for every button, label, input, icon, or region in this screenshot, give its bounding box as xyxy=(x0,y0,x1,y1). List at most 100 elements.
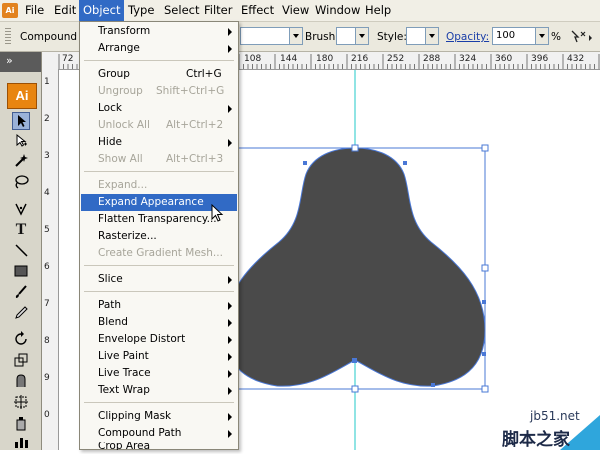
ruler-label: 396 xyxy=(531,54,549,64)
menu-edit[interactable]: Edit xyxy=(50,0,80,21)
symbol-sprayer-tool-icon[interactable] xyxy=(12,415,30,433)
ruler-label: 360 xyxy=(495,54,513,64)
control-bar-grip[interactable] xyxy=(5,28,11,44)
menu-item-unlock-all: Unlock All Alt+Ctrl+2 xyxy=(98,119,224,131)
ruler-label: 5 xyxy=(44,225,50,235)
menu-item-ungroup: Ungroup Shift+Ctrl+G xyxy=(98,85,225,97)
ruler-label: 72 xyxy=(62,54,74,64)
menu-item-blend[interactable]: Blend xyxy=(81,314,237,331)
menu-item-crop-area[interactable]: Crop Area xyxy=(81,442,237,450)
menu-view[interactable]: View xyxy=(278,0,313,21)
menu-item-text-wrap[interactable]: Text Wrap xyxy=(81,382,237,399)
vertical-ruler: 1 2 3 4 5 6 7 8 9 0 xyxy=(42,69,59,450)
menu-item-rasterize[interactable]: Rasterize... xyxy=(81,228,237,245)
percent-label: % xyxy=(551,31,561,43)
watermark: jb51.net 脚本之家 xyxy=(490,395,600,450)
paintbrush-tool-icon[interactable] xyxy=(12,284,30,302)
tools-panel-grip[interactable] xyxy=(0,52,41,72)
menu-select[interactable]: Select xyxy=(160,0,203,21)
brush-dropdown[interactable] xyxy=(355,27,369,45)
direct-selection-tool-icon[interactable] xyxy=(12,133,30,151)
magic-wand-tool-icon[interactable] xyxy=(12,153,30,171)
ruler-label: 432 xyxy=(567,54,585,64)
menu-item-slice[interactable]: Slice xyxy=(81,271,237,288)
pen-tool-icon[interactable] xyxy=(12,200,30,218)
opacity-field[interactable]: 100 xyxy=(492,27,536,45)
line-tool-icon[interactable] xyxy=(12,242,30,260)
menu-item-live-paint[interactable]: Live Paint xyxy=(81,348,237,365)
menu-item-envelope-distort[interactable]: Envelope Distort xyxy=(81,331,237,348)
watermark-site: jb51.net xyxy=(530,409,580,423)
ruler-label: 252 xyxy=(387,54,405,64)
graph-tool-icon[interactable] xyxy=(12,436,30,454)
menu-item-path[interactable]: Path xyxy=(81,297,237,314)
menu-effect[interactable]: Effect xyxy=(237,0,278,21)
selection-tool-icon[interactable] xyxy=(12,112,30,130)
menu-object[interactable]: Object xyxy=(79,0,125,21)
menu-item-show-all: Show All Alt+Ctrl+3 xyxy=(98,153,224,165)
style-swatch[interactable] xyxy=(406,27,426,45)
submenu-arrow-icon xyxy=(228,430,232,438)
brush-swatch[interactable] xyxy=(336,27,356,45)
watermark-text: 脚本之家 xyxy=(502,430,570,450)
ruler-label: 3 xyxy=(44,151,50,161)
object-menu-dropdown: Transform Arrange Group Ctrl+G Ungroup Shi… xyxy=(79,21,239,450)
menu-item-transform[interactable]: Transform xyxy=(81,23,237,40)
menu-item-lock[interactable]: Lock xyxy=(81,100,237,117)
submenu-arrow-icon xyxy=(228,276,232,284)
type-tool-icon[interactable]: T xyxy=(12,221,30,239)
compound-path-shape[interactable] xyxy=(224,147,486,387)
menu-item-create-gradient-mesh: Create Gradient Mesh... xyxy=(98,247,223,259)
submenu-arrow-icon xyxy=(228,45,232,53)
app-icon[interactable]: Ai xyxy=(2,3,18,18)
ruler-label: 108 xyxy=(244,54,262,64)
selection-type-label: Compound P xyxy=(20,31,87,43)
scale-tool-icon[interactable] xyxy=(12,352,30,370)
submenu-arrow-icon xyxy=(228,370,232,378)
menu-item-arrange[interactable]: Arrange xyxy=(81,40,237,57)
submenu-arrow-icon xyxy=(228,319,232,327)
opacity-link[interactable]: Opacity: xyxy=(446,31,489,43)
menu-type[interactable]: Type xyxy=(124,0,158,21)
ruler-label: 1 xyxy=(44,77,50,87)
submenu-arrow-icon xyxy=(228,387,232,395)
free-transform-tool-icon[interactable] xyxy=(12,394,30,412)
warp-tool-icon[interactable] xyxy=(12,373,30,391)
menu-filter[interactable]: Filter xyxy=(200,0,236,21)
lasso-tool-icon[interactable] xyxy=(12,174,30,192)
submenu-arrow-icon xyxy=(228,353,232,361)
pencil-tool-icon[interactable] xyxy=(12,305,30,323)
isolate-group-icon[interactable] xyxy=(569,28,595,46)
rotate-tool-icon[interactable] xyxy=(12,331,30,349)
ruler-label: 216 xyxy=(351,54,369,64)
menu-file[interactable]: File xyxy=(21,0,48,21)
menu-item-group[interactable]: Group Ctrl+G xyxy=(81,66,237,83)
menu-separator xyxy=(84,291,234,292)
menu-item-live-trace[interactable]: Live Trace xyxy=(81,365,237,382)
menu-separator xyxy=(84,265,234,266)
menu-item-compound-path[interactable]: Compound Path xyxy=(81,425,237,442)
ruler-label: 180 xyxy=(316,54,334,64)
menu-bar: Ai File Edit Object Type Select Filter E… xyxy=(0,0,600,22)
ruler-label: 0 xyxy=(44,410,50,420)
menu-help[interactable]: Help xyxy=(361,0,395,21)
opacity-dropdown[interactable] xyxy=(535,27,549,45)
stroke-weight-dropdown[interactable] xyxy=(289,27,303,45)
menu-item-clipping-mask[interactable]: Clipping Mask xyxy=(81,408,237,425)
submenu-arrow-icon xyxy=(228,139,232,147)
illustrator-logo: Ai xyxy=(7,83,37,109)
submenu-arrow-icon xyxy=(228,413,232,421)
mouse-cursor-icon xyxy=(211,203,227,224)
style-dropdown[interactable] xyxy=(425,27,439,45)
rectangle-tool-icon[interactable] xyxy=(12,263,30,281)
ruler-label: 144 xyxy=(280,54,298,64)
ruler-label: 8 xyxy=(44,336,50,346)
style-label: Style: xyxy=(377,31,407,43)
stroke-weight-field[interactable] xyxy=(240,27,290,45)
menu-separator xyxy=(84,171,234,172)
submenu-arrow-icon xyxy=(228,28,232,36)
menu-item-expand: Expand... xyxy=(98,179,148,191)
menu-window[interactable]: Window xyxy=(311,0,364,21)
menu-separator xyxy=(84,402,234,403)
menu-item-hide[interactable]: Hide xyxy=(81,134,237,151)
